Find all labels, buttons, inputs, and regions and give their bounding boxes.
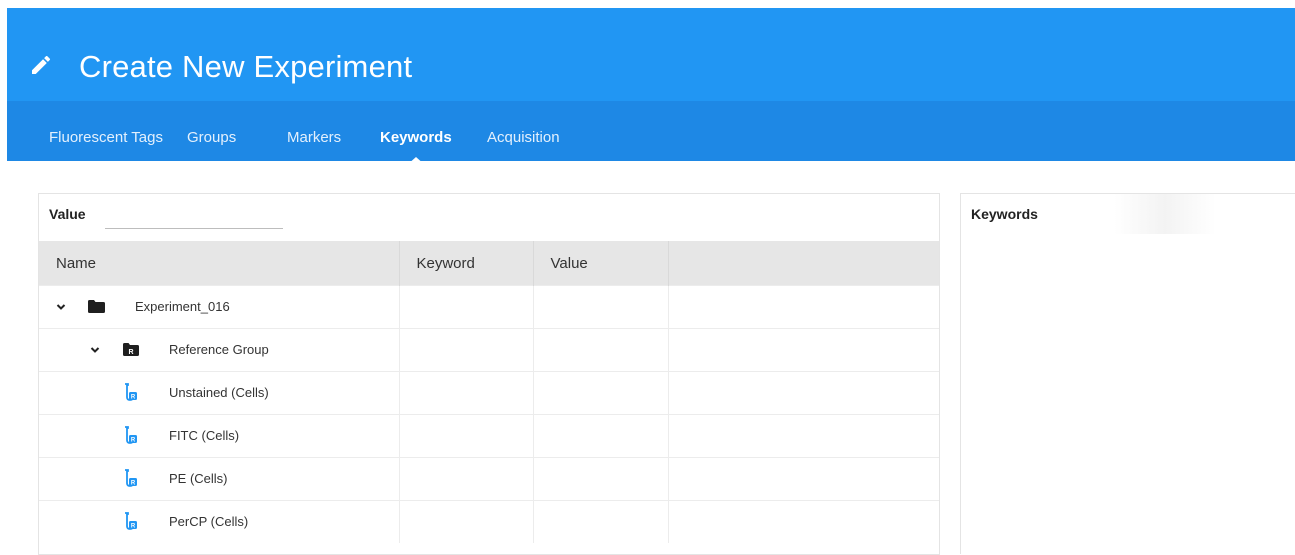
table-row[interactable]: R FITC (Cells) xyxy=(39,414,939,458)
row-value-cell[interactable] xyxy=(533,500,669,543)
tube-icon: R xyxy=(125,426,137,444)
page-title: Create New Experiment xyxy=(79,49,413,84)
table-row[interactable]: Experiment_016 xyxy=(39,285,939,329)
keyword-table: Name Keyword Value Experiment_016 R Refe… xyxy=(39,241,939,543)
table-header-row: Name Keyword Value xyxy=(39,241,939,286)
keywords-panel-title: Keywords xyxy=(971,206,1038,222)
table-row[interactable]: R Unstained (Cells) xyxy=(39,371,939,415)
pencil-icon xyxy=(32,56,51,74)
app-header: Create New Experiment Fluorescent Tags G… xyxy=(7,8,1295,165)
value-filter-input[interactable] xyxy=(105,206,283,229)
row-value-cell[interactable] xyxy=(533,285,669,329)
keyword-table-panel: Value Name Keyword Value Experiment_016 xyxy=(38,193,940,555)
row-keyword-cell[interactable] xyxy=(399,500,534,543)
active-tab-indicator xyxy=(407,157,425,165)
tube-icon: R xyxy=(125,469,137,487)
row-name: Experiment_016 xyxy=(135,299,230,314)
chevron-down-icon[interactable] xyxy=(90,345,100,355)
svg-text:R: R xyxy=(131,524,136,530)
row-keyword-cell[interactable] xyxy=(399,328,534,372)
column-header-name[interactable]: Name xyxy=(39,241,400,286)
table-row[interactable]: R PerCP (Cells) xyxy=(39,500,939,543)
svg-text:R: R xyxy=(131,395,136,401)
value-filter-label: Value xyxy=(49,206,86,222)
svg-text:R: R xyxy=(131,438,136,444)
row-value-cell[interactable] xyxy=(533,457,669,501)
row-name: Reference Group xyxy=(169,342,269,357)
row-name: FITC (Cells) xyxy=(169,428,240,443)
column-header-value[interactable]: Value xyxy=(533,241,669,286)
tube-icon: R xyxy=(125,512,137,530)
folder-icon xyxy=(88,300,105,313)
tab-fluorescent-tags[interactable]: Fluorescent Tags xyxy=(49,129,163,146)
tab-keywords[interactable]: Keywords xyxy=(380,129,452,146)
table-row[interactable]: R PE (Cells) xyxy=(39,457,939,501)
reference-folder-icon: R xyxy=(123,343,139,356)
svg-text:R: R xyxy=(131,481,136,487)
table-row[interactable]: R Reference Group xyxy=(39,328,939,372)
row-keyword-cell[interactable] xyxy=(399,285,534,329)
row-name: PE (Cells) xyxy=(169,471,228,486)
tube-icon: R xyxy=(125,383,137,401)
row-keyword-cell[interactable] xyxy=(399,371,534,415)
chevron-down-icon[interactable] xyxy=(56,302,66,312)
column-header-empty xyxy=(668,241,939,286)
row-value-cell[interactable] xyxy=(533,371,669,415)
tab-markers[interactable]: Markers xyxy=(287,129,341,146)
row-keyword-cell[interactable] xyxy=(399,457,534,501)
column-header-keyword[interactable]: Keyword xyxy=(399,241,534,286)
tab-acquisition[interactable]: Acquisition xyxy=(487,129,560,146)
row-name: PerCP (Cells) xyxy=(169,514,249,529)
keywords-panel: Keywords xyxy=(960,193,1295,554)
svg-text:R: R xyxy=(128,349,133,356)
tab-bar: Fluorescent Tags Groups Markers Keywords… xyxy=(7,101,1295,165)
row-value-cell[interactable] xyxy=(533,414,669,458)
row-keyword-cell[interactable] xyxy=(399,414,534,458)
row-value-cell[interactable] xyxy=(533,328,669,372)
row-name: Unstained (Cells) xyxy=(169,385,269,400)
tab-groups[interactable]: Groups xyxy=(187,129,236,146)
